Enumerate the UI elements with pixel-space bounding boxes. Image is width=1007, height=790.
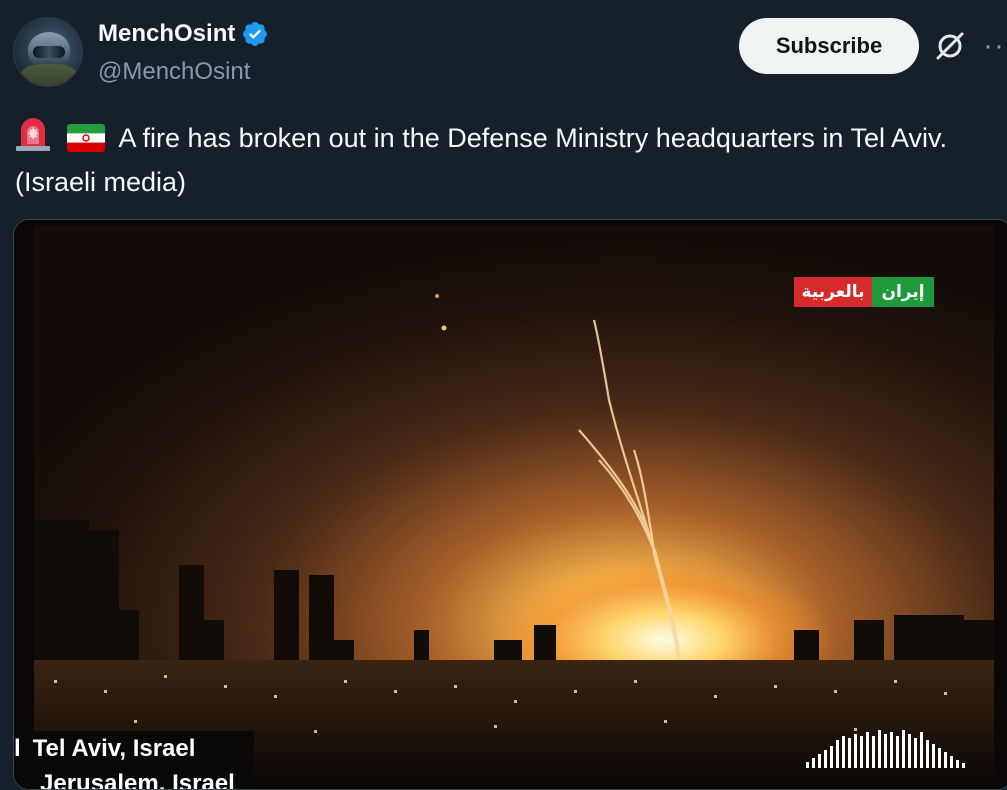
tweet-header: MenchOsint @MenchOsint Subscribe ··· bbox=[0, 0, 1007, 100]
iran-flag-icon bbox=[66, 124, 105, 152]
more-options-icon[interactable]: ··· bbox=[983, 30, 1007, 62]
caption-line-1: Tel Aviv, Israel bbox=[32, 735, 196, 762]
sky-dot-2 bbox=[435, 294, 439, 298]
tweet-text-block: A fire has broken out in the Defense Min… bbox=[15, 116, 1000, 204]
tweet-text: A fire has broken out in the Defense Min… bbox=[15, 123, 947, 197]
tweet-media-video[interactable]: بالعربية إيران l Tel Aviv, Israel Jerusal… bbox=[13, 219, 1007, 790]
caption-location-2: Jerusalem, Israel bbox=[40, 770, 235, 790]
subscribe-button[interactable]: Subscribe bbox=[739, 18, 919, 74]
avatar-visor bbox=[33, 46, 65, 58]
channel-logo: بالعربية إيران bbox=[794, 277, 934, 307]
grok-icon[interactable] bbox=[934, 30, 966, 62]
author-display-name[interactable]: MenchOsint bbox=[98, 20, 235, 48]
author-handle[interactable]: @MenchOsint bbox=[98, 58, 250, 86]
avatar-body bbox=[20, 64, 78, 86]
caption-location-1: l Tel Aviv, Israel bbox=[14, 735, 195, 763]
rotating-light-siren-icon bbox=[16, 118, 50, 151]
channel-logo-green: إيران bbox=[872, 277, 934, 307]
caption-bar: l bbox=[14, 735, 21, 762]
author-name-row: MenchOsint bbox=[98, 20, 269, 48]
verified-badge-icon[interactable] bbox=[241, 20, 269, 48]
author-avatar[interactable] bbox=[13, 17, 83, 87]
sky-dot bbox=[441, 325, 447, 331]
channel-logo-red: بالعربية bbox=[794, 277, 872, 307]
